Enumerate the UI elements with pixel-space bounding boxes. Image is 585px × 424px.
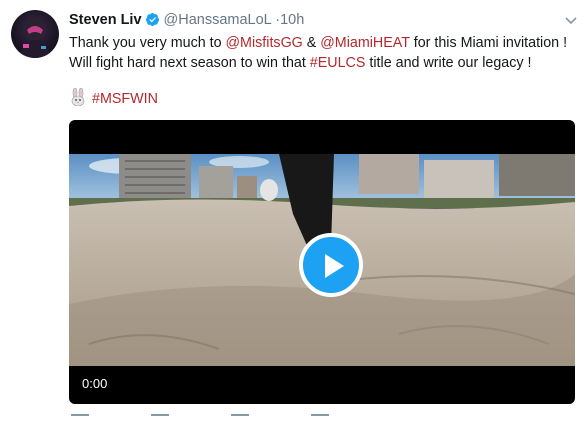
mention-misfitsgg[interactable]: @MisfitsGG — [226, 35, 303, 51]
avatar[interactable] — [11, 10, 59, 58]
tweet-text-line-1: Thank you very much to @MisfitsGG & @Mia… — [69, 33, 574, 53]
like-icon[interactable] — [231, 414, 249, 424]
message-icon[interactable] — [311, 414, 329, 424]
chevron-down-icon[interactable] — [565, 12, 577, 30]
text-segment: & — [302, 35, 321, 51]
video-timestamp: 0:00 — [82, 376, 108, 391]
author-name[interactable]: Steven Liv — [69, 12, 142, 28]
tweet: Steven Liv @HanssamaLoL ·10h Thank you ve… — [0, 0, 585, 421]
tweet-hashtag-line: #MSFWIN — [69, 87, 158, 112]
reply-icon[interactable] — [71, 414, 89, 424]
retweet-icon[interactable] — [151, 414, 169, 424]
rabbit-emoji-icon — [69, 87, 87, 112]
text-segment: for this Miami invitation ! — [409, 35, 568, 51]
hashtag-eulcs[interactable]: #EULCS — [310, 55, 366, 71]
text-segment: Thank you very much to — [69, 35, 226, 51]
tweet-text-line-2: Will fight hard next season to win that … — [69, 53, 574, 73]
mention-miamiheat[interactable]: @MiamiHEAT — [320, 35, 409, 51]
text-segment: Will fight hard next season to win that — [69, 55, 310, 71]
tweet-header: Steven Liv @HanssamaLoL ·10h — [69, 10, 304, 30]
tweet-time[interactable]: 10h — [280, 12, 304, 28]
video-player[interactable]: 0:00 — [69, 120, 575, 404]
verified-badge-icon — [145, 12, 160, 33]
author-handle[interactable]: @HanssamaLoL — [164, 12, 272, 28]
play-button[interactable] — [299, 233, 363, 297]
tweet-text: Thank you very much to @MisfitsGG & @Mia… — [69, 33, 574, 73]
hashtag-msfwin[interactable]: #MSFWIN — [92, 91, 158, 107]
text-segment: title and write our legacy ! — [365, 55, 532, 71]
play-icon — [325, 254, 344, 278]
